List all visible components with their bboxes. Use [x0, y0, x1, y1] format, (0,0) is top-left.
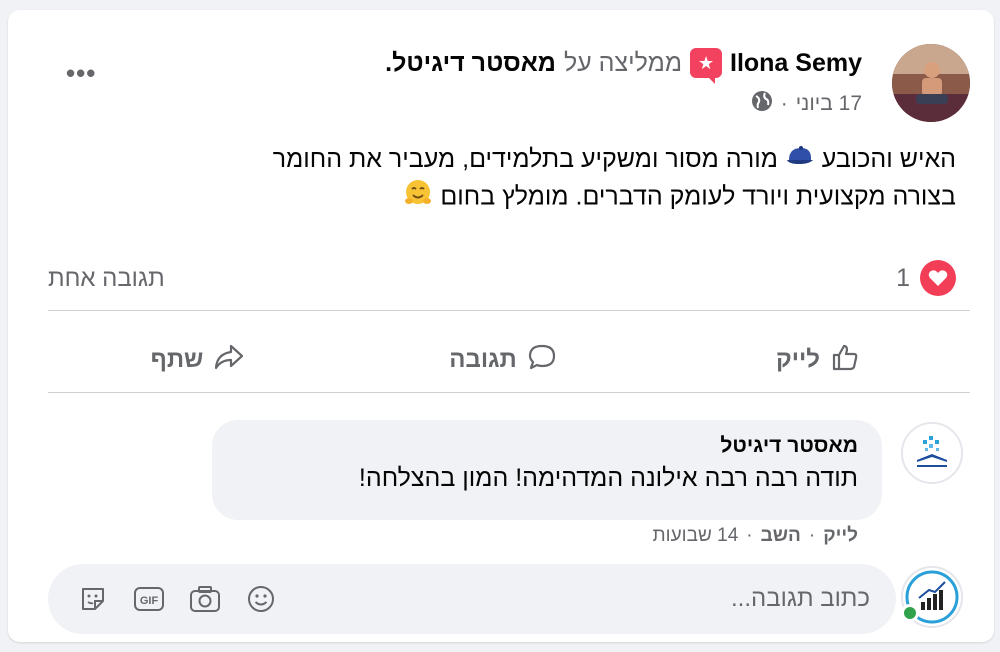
post-text: האיש והכובע מורה מסור ומשקיע בתלמידים, מ…	[96, 142, 956, 218]
post-text-part-1: האיש והכובע	[821, 145, 956, 173]
page-name[interactable]: מאסטר דיגיטל	[392, 49, 556, 77]
meta-separator: ·	[780, 92, 788, 115]
svg-text:GIF: GIF	[140, 595, 159, 607]
camera-icon[interactable]	[188, 582, 222, 616]
like-button[interactable]: לייק	[668, 330, 968, 390]
share-icon	[213, 342, 245, 379]
recommend-icon: ★	[690, 48, 722, 84]
comment-composer: GIF	[48, 564, 896, 634]
reactions-summary[interactable]: 1	[896, 260, 956, 296]
reaction-count: 1	[896, 263, 910, 292]
heart-icon	[920, 260, 956, 296]
divider	[48, 392, 970, 393]
author-avatar[interactable]	[892, 44, 970, 122]
smiley-icon[interactable]	[244, 582, 278, 616]
author-line: Ilona Semy ★ ממליצה על מאסטר דיגיטל.	[385, 48, 862, 84]
hug-emoji	[403, 178, 433, 218]
share-label: שתף	[150, 346, 204, 373]
post-text-line-2: בצורה מקצועית ויורד לעומק הדברים. מומלץ …	[96, 178, 956, 218]
sticker-icon[interactable]	[76, 582, 110, 616]
comment-author[interactable]: מאסטר דיגיטל	[236, 434, 858, 458]
divider	[48, 310, 970, 311]
like-label: לייק	[776, 346, 820, 373]
globe-icon	[751, 90, 773, 118]
more-options-button[interactable]: •••	[66, 60, 96, 86]
comments-count[interactable]: תגובה אחת	[48, 265, 165, 293]
comment-time[interactable]: 14 שבועות	[653, 525, 739, 547]
author-name[interactable]: Ilona Semy	[730, 49, 862, 78]
cap-emoji	[785, 143, 815, 178]
composer-icons: GIF	[76, 582, 278, 616]
comment-icon	[527, 342, 557, 379]
comment-label: תגובה	[449, 346, 517, 373]
comment-button[interactable]: תגובה	[353, 330, 653, 390]
comment-meta-separator: ·	[746, 525, 753, 546]
comment-body: תודה רבה רבה אילונה המדהימה! המון בהצלחה…	[358, 464, 858, 492]
post-text-line-1: האיש והכובע מורה מסור ומשקיע בתלמידים, מ…	[96, 142, 956, 178]
comment-bubble: מאסטר דיגיטל תודה רבה רבה אילונה המדהימה…	[212, 420, 882, 520]
recommends-text: ממליצה על	[563, 48, 682, 77]
post-date[interactable]: 17 ביוני	[796, 92, 862, 116]
share-button[interactable]: שתף	[48, 330, 348, 390]
comment-input[interactable]	[470, 564, 870, 634]
commenter-avatar[interactable]	[901, 422, 963, 484]
comment-like-link[interactable]: לייק	[823, 525, 858, 547]
comment-meta-separator: ·	[808, 525, 816, 546]
comment-reply-link[interactable]: השב	[761, 525, 801, 547]
more-icon: •••	[66, 58, 97, 88]
online-status-dot	[901, 604, 919, 622]
post-text-part-3: בצורה מקצועית ויורד לעומק הדברים. מומלץ …	[440, 182, 956, 211]
page-link[interactable]: מאסטר דיגיטל.	[385, 49, 556, 78]
post-text-part-2: מורה מסור ומשקיע בתלמידים, מעביר את החומ…	[272, 145, 778, 173]
like-icon	[830, 342, 860, 379]
post-meta: 17 ביוני ·	[751, 90, 862, 118]
post-card: Ilona Semy ★ ממליצה על מאסטר דיגיטל. 17 …	[8, 10, 994, 642]
comment-actions: לייק · השב · 14 שבועות	[653, 525, 858, 547]
gif-icon[interactable]: GIF	[132, 582, 166, 616]
